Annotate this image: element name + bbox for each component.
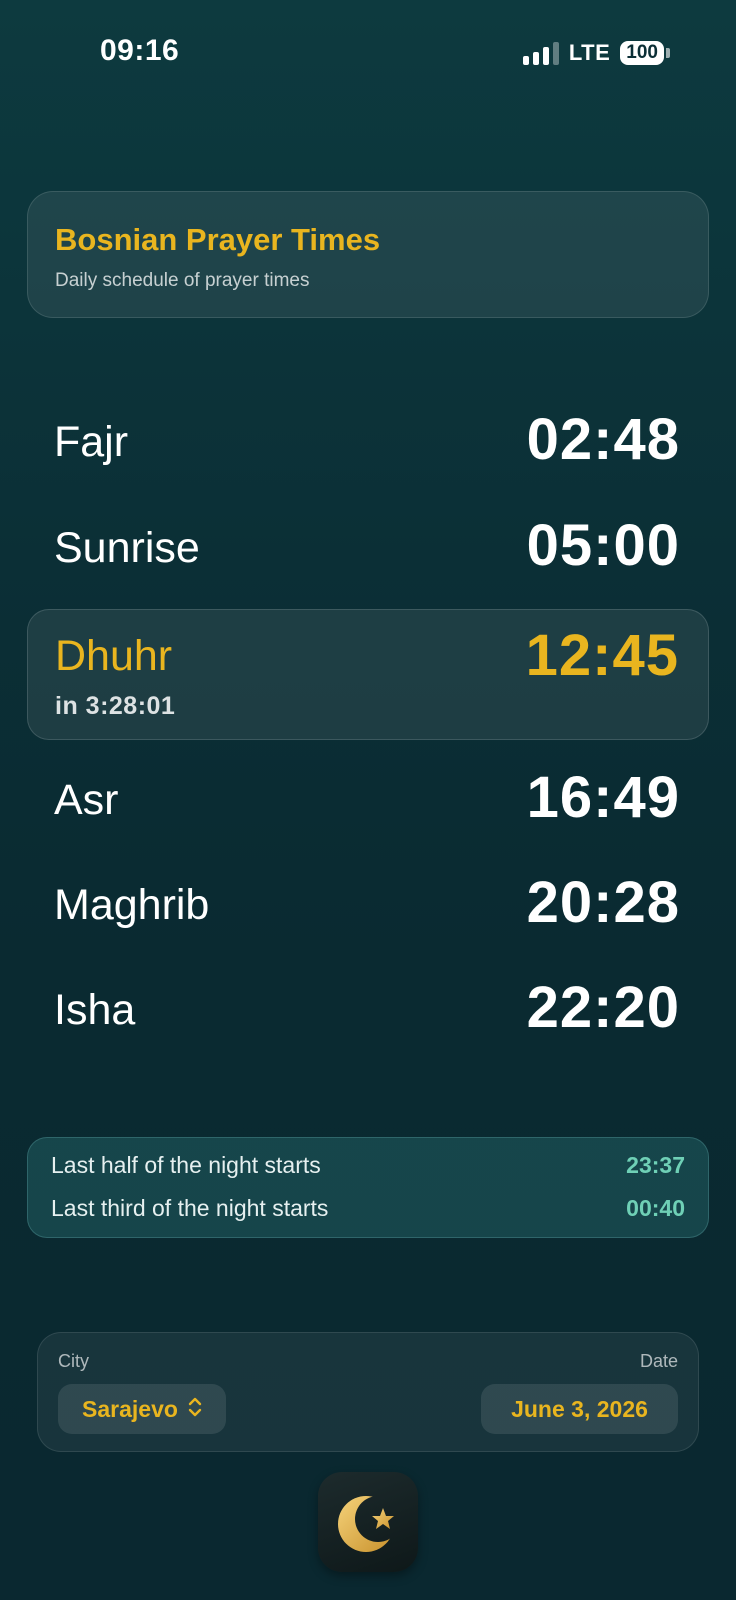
next-prayer-countdown: in 3:28:01 bbox=[55, 692, 176, 720]
prayer-name: Fajr bbox=[54, 418, 129, 466]
prayer-name: Asr bbox=[54, 776, 119, 824]
last-third-time: 00:40 bbox=[626, 1195, 685, 1221]
city-picker-button[interactable]: Sarajevo bbox=[58, 1384, 226, 1434]
last-half-row: Last half of the night starts 23:37 bbox=[51, 1152, 685, 1186]
date-value: June 3, 2026 bbox=[511, 1395, 648, 1422]
app-title: Bosnian Prayer Times bbox=[55, 222, 381, 257]
city-value: Sarajevo bbox=[82, 1395, 178, 1422]
prayer-row-asr: Asr 16:49 bbox=[27, 750, 709, 855]
battery-icon: 100 bbox=[620, 41, 670, 65]
prayer-name: Maghrib bbox=[54, 881, 210, 929]
prayer-row-maghrib: Maghrib 20:28 bbox=[27, 855, 709, 960]
prayer-row-dhuhr-current: Dhuhr 12:45 in 3:28:01 bbox=[27, 609, 709, 740]
network-type: LTE bbox=[568, 40, 611, 65]
app-icon[interactable] bbox=[318, 1472, 418, 1572]
prayer-row-fajr: Fajr 02:48 bbox=[27, 392, 709, 497]
prayer-name: Dhuhr bbox=[55, 632, 173, 680]
prayer-time: 05:00 bbox=[526, 513, 680, 578]
prayer-name: Sunrise bbox=[54, 524, 200, 572]
prayer-name: Isha bbox=[54, 986, 136, 1034]
header-card: Bosnian Prayer Times Daily schedule of p… bbox=[27, 191, 709, 318]
prayer-row-isha: Isha 22:20 bbox=[27, 960, 709, 1065]
signal-icon bbox=[522, 41, 559, 65]
date-label: Date bbox=[639, 1351, 678, 1371]
city-label: City bbox=[58, 1351, 89, 1371]
status-indicators: LTE 100 bbox=[522, 40, 670, 66]
prayer-time: 02:48 bbox=[526, 407, 680, 472]
prayer-time: 20:28 bbox=[526, 870, 680, 935]
controls-card: City Date Sarajevo June 3, 2026 bbox=[37, 1332, 699, 1452]
app-subtitle: Daily schedule of prayer times bbox=[55, 270, 310, 291]
battery-level: 100 bbox=[620, 41, 664, 65]
status-bar: 09:16 LTE 100 bbox=[0, 0, 736, 110]
chevron-up-down-icon bbox=[188, 1396, 202, 1423]
prayer-time: 12:45 bbox=[525, 623, 679, 688]
prayer-time: 16:49 bbox=[526, 765, 680, 830]
last-third-label: Last third of the night starts bbox=[51, 1195, 329, 1221]
last-half-label: Last half of the night starts bbox=[51, 1152, 321, 1178]
date-picker-button[interactable]: June 3, 2026 bbox=[481, 1384, 678, 1434]
prayer-row-sunrise: Sunrise 05:00 bbox=[27, 498, 709, 603]
crescent-star-icon bbox=[338, 1496, 394, 1552]
status-time: 09:16 bbox=[100, 34, 180, 67]
last-third-row: Last third of the night starts 00:40 bbox=[51, 1195, 685, 1229]
prayer-time: 22:20 bbox=[526, 975, 680, 1040]
last-half-time: 23:37 bbox=[626, 1152, 685, 1178]
night-times-card: Last half of the night starts 23:37 Last… bbox=[27, 1137, 709, 1238]
